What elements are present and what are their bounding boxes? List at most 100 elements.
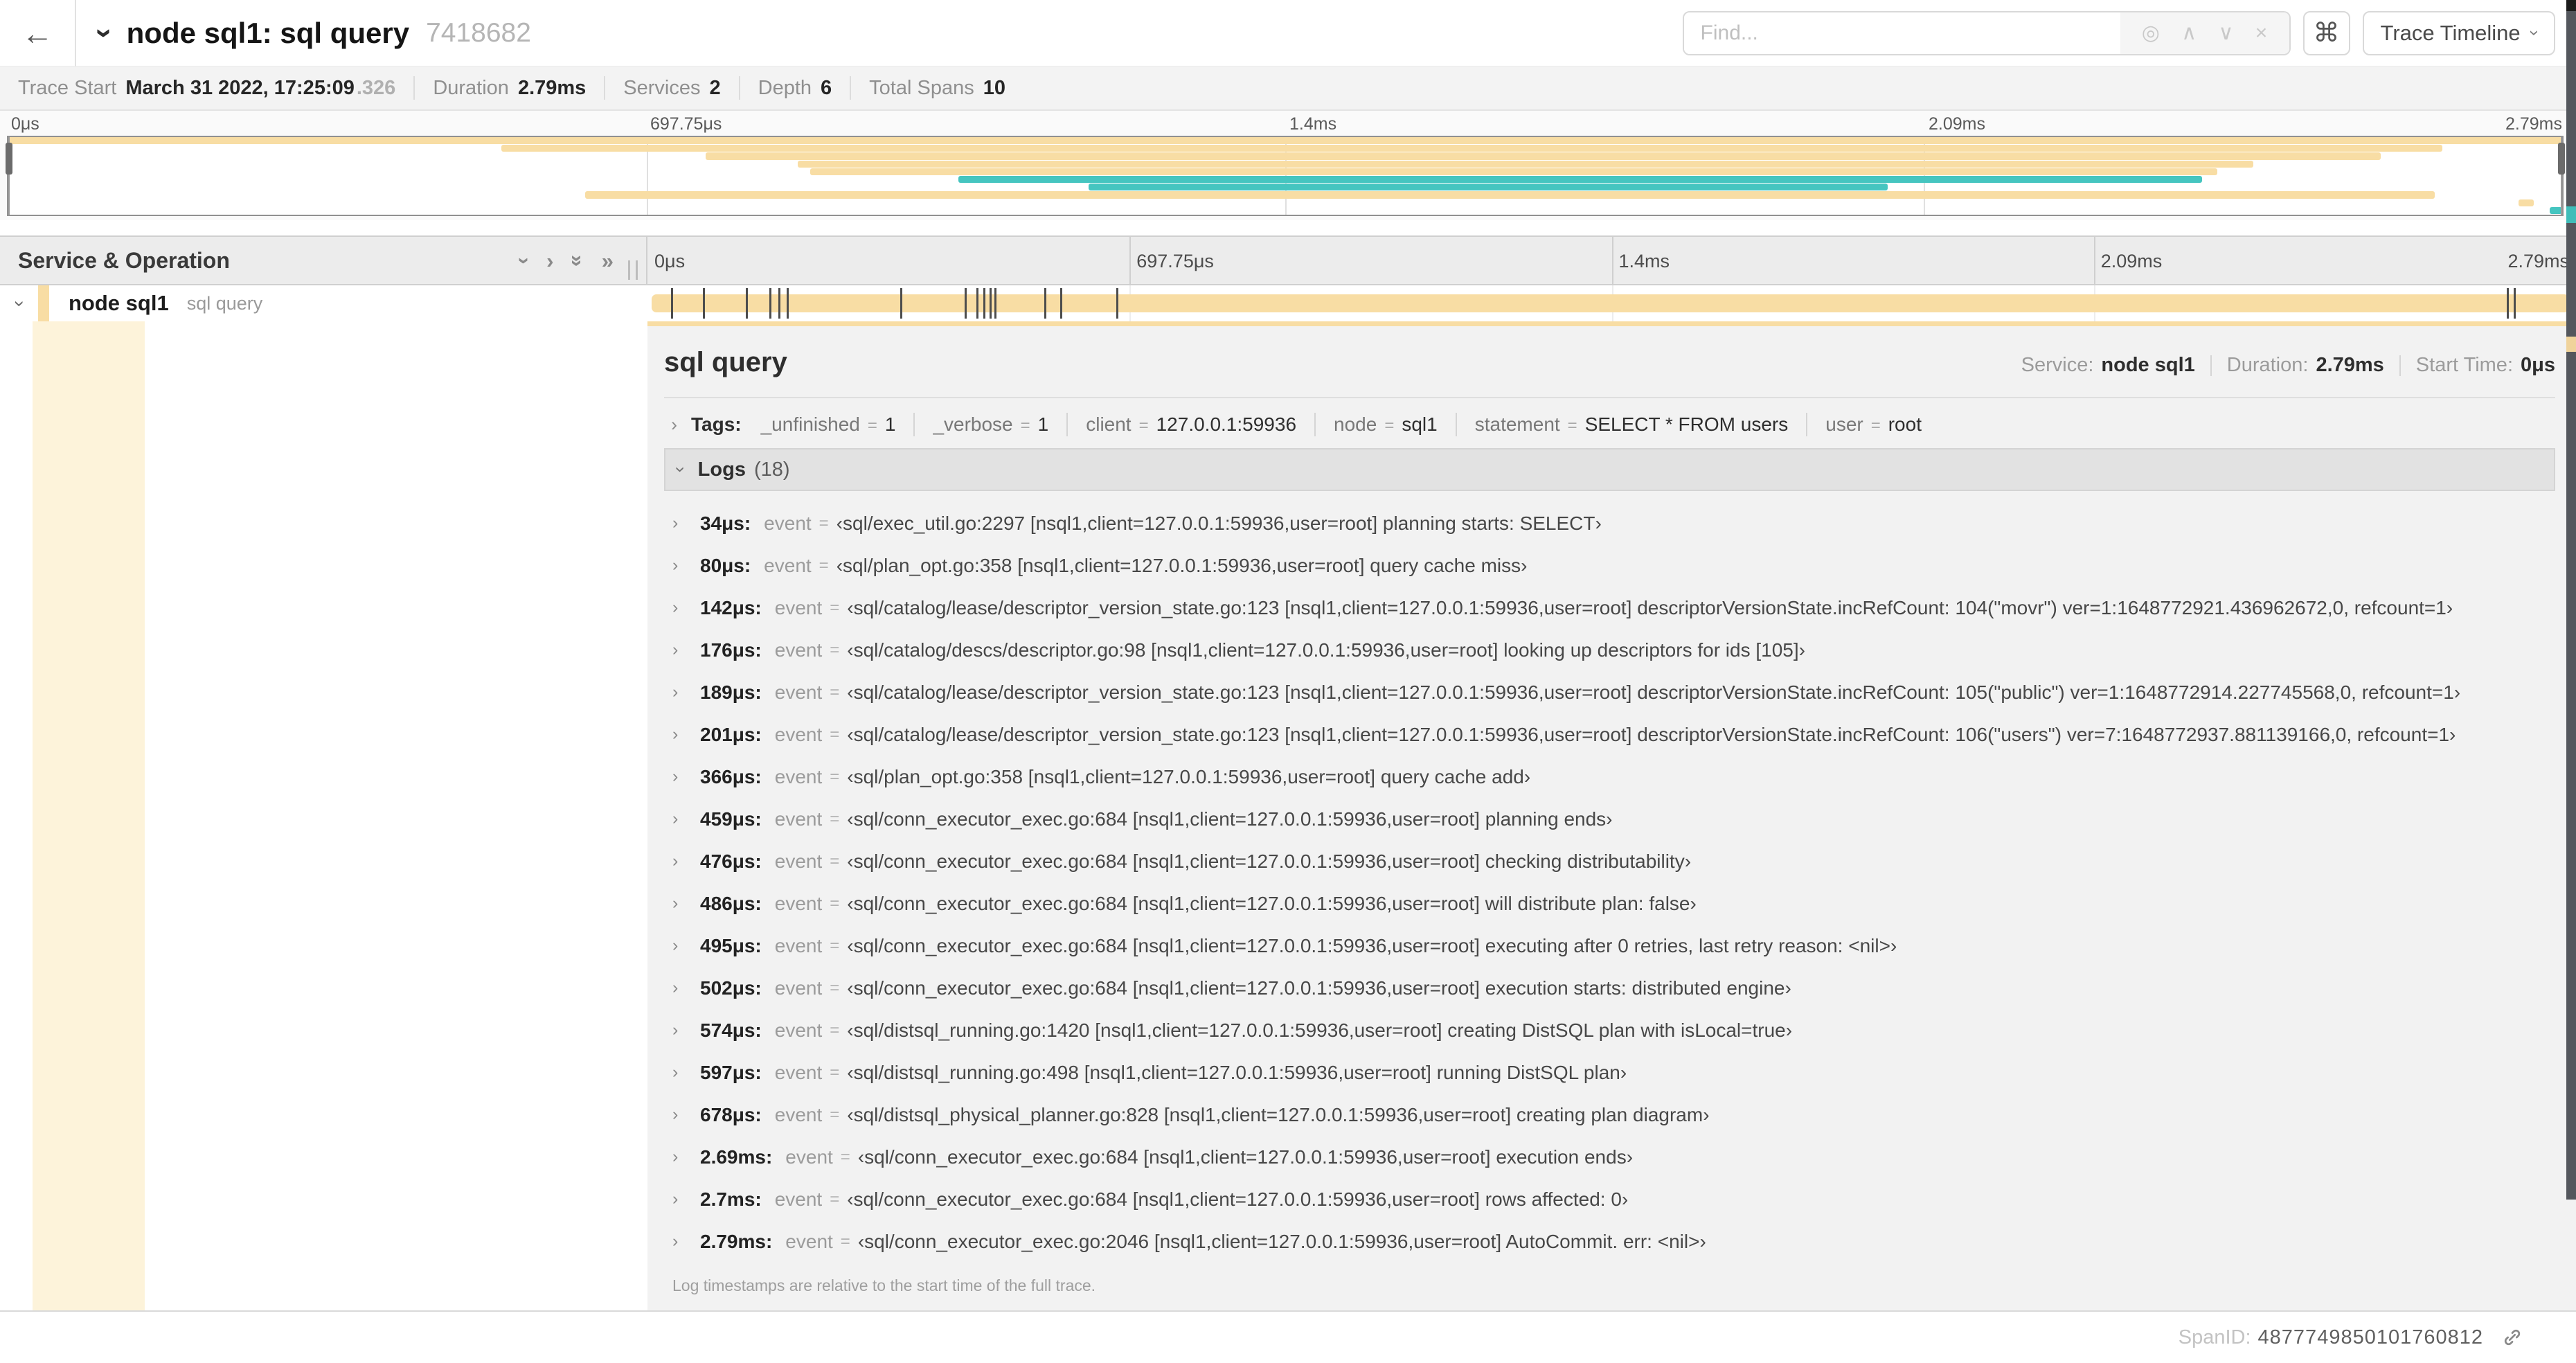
collapse-all-icon[interactable]: »: [566, 254, 590, 266]
log-marker[interactable]: [1044, 288, 1046, 319]
span-collapse-icon[interactable]: ›: [10, 301, 30, 307]
span-meta-item: Service: node sql1: [2021, 354, 2195, 377]
log-timestamp: 34μs:: [700, 512, 751, 534]
log-expand-icon[interactable]: ›: [672, 853, 688, 870]
screen-edge-artifact: [2566, 0, 2576, 1200]
log-expand-icon[interactable]: ›: [672, 937, 688, 954]
log-row[interactable]: › 189μs: event = ‹sql/catalog/lease/descript…: [672, 671, 2555, 713]
log-expand-icon[interactable]: ›: [672, 1148, 688, 1166]
log-timestamp: 597μs:: [700, 1061, 762, 1083]
log-marker[interactable]: [769, 288, 771, 319]
log-row[interactable]: › 2.7ms: event = ‹sql/conn_executor_exec.go:…: [672, 1178, 2555, 1220]
log-row[interactable]: › 34μs: event = ‹sql/exec_util.go:2297 [nsql…: [672, 502, 2555, 544]
trace-stat: Total Spans 10: [869, 77, 1005, 100]
log-field-value: ‹sql/catalog/lease/descriptor_version_st…: [847, 723, 2456, 745]
back-button[interactable]: ←: [0, 0, 76, 66]
log-row[interactable]: › 574μs: event = ‹sql/distsql_running.go:142…: [672, 1009, 2555, 1051]
log-expand-icon[interactable]: ›: [672, 979, 688, 997]
log-row[interactable]: › 502μs: event = ‹sql/conn_executor_exec.go:…: [672, 967, 2555, 1009]
log-expand-icon[interactable]: ›: [672, 895, 688, 912]
view-options-button[interactable]: Trace Timeline ›: [2362, 10, 2555, 55]
log-marker[interactable]: [778, 288, 780, 319]
log-marker[interactable]: [983, 288, 986, 319]
scrubber-handle[interactable]: [6, 143, 12, 175]
equals-sign: =: [1870, 416, 1881, 435]
minimap-canvas[interactable]: [6, 136, 2565, 216]
log-marker[interactable]: [786, 288, 789, 319]
log-marker[interactable]: [990, 288, 992, 319]
viewport-scrubber-left[interactable]: [6, 137, 12, 215]
log-row[interactable]: › 176μs: event = ‹sql/catalog/descs/descript…: [672, 629, 2555, 671]
log-row[interactable]: › 80μs: event = ‹sql/plan_opt.go:358 [nsql1,…: [672, 544, 2555, 587]
expand-one-icon[interactable]: ›: [546, 250, 553, 271]
log-expand-icon[interactable]: ›: [672, 1064, 688, 1081]
log-row[interactable]: › 486μs: event = ‹sql/conn_executor_exec.go:…: [672, 882, 2555, 925]
log-expand-icon[interactable]: ›: [672, 557, 688, 574]
equals-sign: =: [830, 936, 840, 955]
log-row[interactable]: › 459μs: event = ‹sql/conn_executor_exec.go:…: [672, 798, 2555, 840]
log-marker[interactable]: [702, 288, 705, 319]
log-row[interactable]: › 142μs: event = ‹sql/catalog/lease/descript…: [672, 587, 2555, 629]
equals-sign: =: [830, 851, 840, 871]
prev-result-icon[interactable]: ∧: [2181, 21, 2197, 45]
log-row[interactable]: › 2.69ms: event = ‹sql/conn_executor_exec.go…: [672, 1136, 2555, 1178]
tag-item: node = sql1: [1334, 413, 1438, 436]
log-expand-icon[interactable]: ›: [672, 726, 688, 743]
log-field-name: event: [774, 639, 823, 661]
tag-value: SELECT * FROM users: [1584, 413, 1789, 435]
log-expand-icon[interactable]: ›: [672, 1233, 688, 1250]
clear-search-icon[interactable]: ×: [2255, 21, 2268, 45]
log-expand-icon[interactable]: ›: [672, 1022, 688, 1039]
log-field-value: ‹sql/plan_opt.go:358 [nsql1,client=127.0…: [836, 554, 1528, 576]
log-row[interactable]: › 2.79ms: event = ‹sql/conn_executor_exec.go…: [672, 1220, 2555, 1263]
log-expand-icon[interactable]: ›: [672, 1106, 688, 1123]
find-input[interactable]: [1683, 12, 2120, 54]
tags-accordion[interactable]: › Tags: _unfinished = 1 _verbose = 1 client = 12…: [664, 398, 2555, 448]
log-marker[interactable]: [994, 288, 997, 319]
scrubber-handle[interactable]: [2558, 143, 2565, 175]
log-row[interactable]: › 201μs: event = ‹sql/catalog/lease/descript…: [672, 713, 2555, 756]
log-marker[interactable]: [976, 288, 979, 319]
equals-sign: =: [819, 555, 829, 575]
trace-stat: Duration 2.79ms: [433, 77, 586, 100]
logs-accordion-header[interactable]: › Logs (18): [664, 448, 2555, 491]
viewport-scrubber-right[interactable]: [2558, 137, 2565, 215]
log-row[interactable]: › 597μs: event = ‹sql/distsql_running.go:498…: [672, 1051, 2555, 1094]
log-marker[interactable]: [2514, 288, 2516, 319]
locate-icon[interactable]: ◎: [2142, 21, 2160, 45]
log-timestamp: 486μs:: [700, 892, 762, 914]
log-marker[interactable]: [2507, 288, 2510, 319]
log-row[interactable]: › 366μs: event = ‹sql/plan_opt.go:358 [nsql1…: [672, 756, 2555, 798]
log-marker[interactable]: [1116, 288, 1118, 319]
log-row[interactable]: › 495μs: event = ‹sql/conn_executor_exec.go:…: [672, 925, 2555, 967]
column-resizer[interactable]: [628, 260, 638, 280]
span-bar-area[interactable]: [647, 285, 2576, 321]
keyboard-shortcuts-button[interactable]: ⌘: [2302, 10, 2350, 55]
collapse-one-icon[interactable]: ›: [513, 257, 537, 264]
log-expand-icon[interactable]: ›: [672, 515, 688, 532]
log-row[interactable]: › 476μs: event = ‹sql/conn_executor_exec.go:…: [672, 840, 2555, 882]
span-row[interactable]: › node sql1 sql query: [0, 285, 2576, 321]
trace-collapse-icon[interactable]: ›: [88, 28, 122, 38]
minimap-span-bar: [958, 176, 2202, 184]
log-row[interactable]: › 678μs: event = ‹sql/distsql_physical_plann…: [672, 1094, 2555, 1136]
log-marker[interactable]: [965, 288, 967, 319]
log-expand-icon[interactable]: ›: [672, 810, 688, 828]
log-expand-icon[interactable]: ›: [672, 641, 688, 659]
stat-value: 6: [821, 76, 832, 99]
stat-value: 2.79ms: [517, 76, 587, 99]
chevron-down-icon: ›: [2525, 30, 2545, 36]
log-marker[interactable]: [1059, 288, 1062, 319]
deep-link-icon[interactable]: [2500, 1325, 2525, 1350]
expand-all-icon[interactable]: »: [602, 250, 614, 271]
next-result-icon[interactable]: ∨: [2218, 21, 2233, 45]
log-expand-icon[interactable]: ›: [672, 768, 688, 785]
log-expand-icon[interactable]: ›: [672, 599, 688, 616]
log-marker[interactable]: [900, 288, 903, 319]
log-expand-icon[interactable]: ›: [672, 684, 688, 701]
log-marker[interactable]: [670, 288, 673, 319]
log-expand-icon[interactable]: ›: [672, 1191, 688, 1208]
log-marker[interactable]: [745, 288, 748, 319]
minimap-span-bar: [705, 152, 2381, 160]
tag-value: 1: [884, 413, 896, 435]
